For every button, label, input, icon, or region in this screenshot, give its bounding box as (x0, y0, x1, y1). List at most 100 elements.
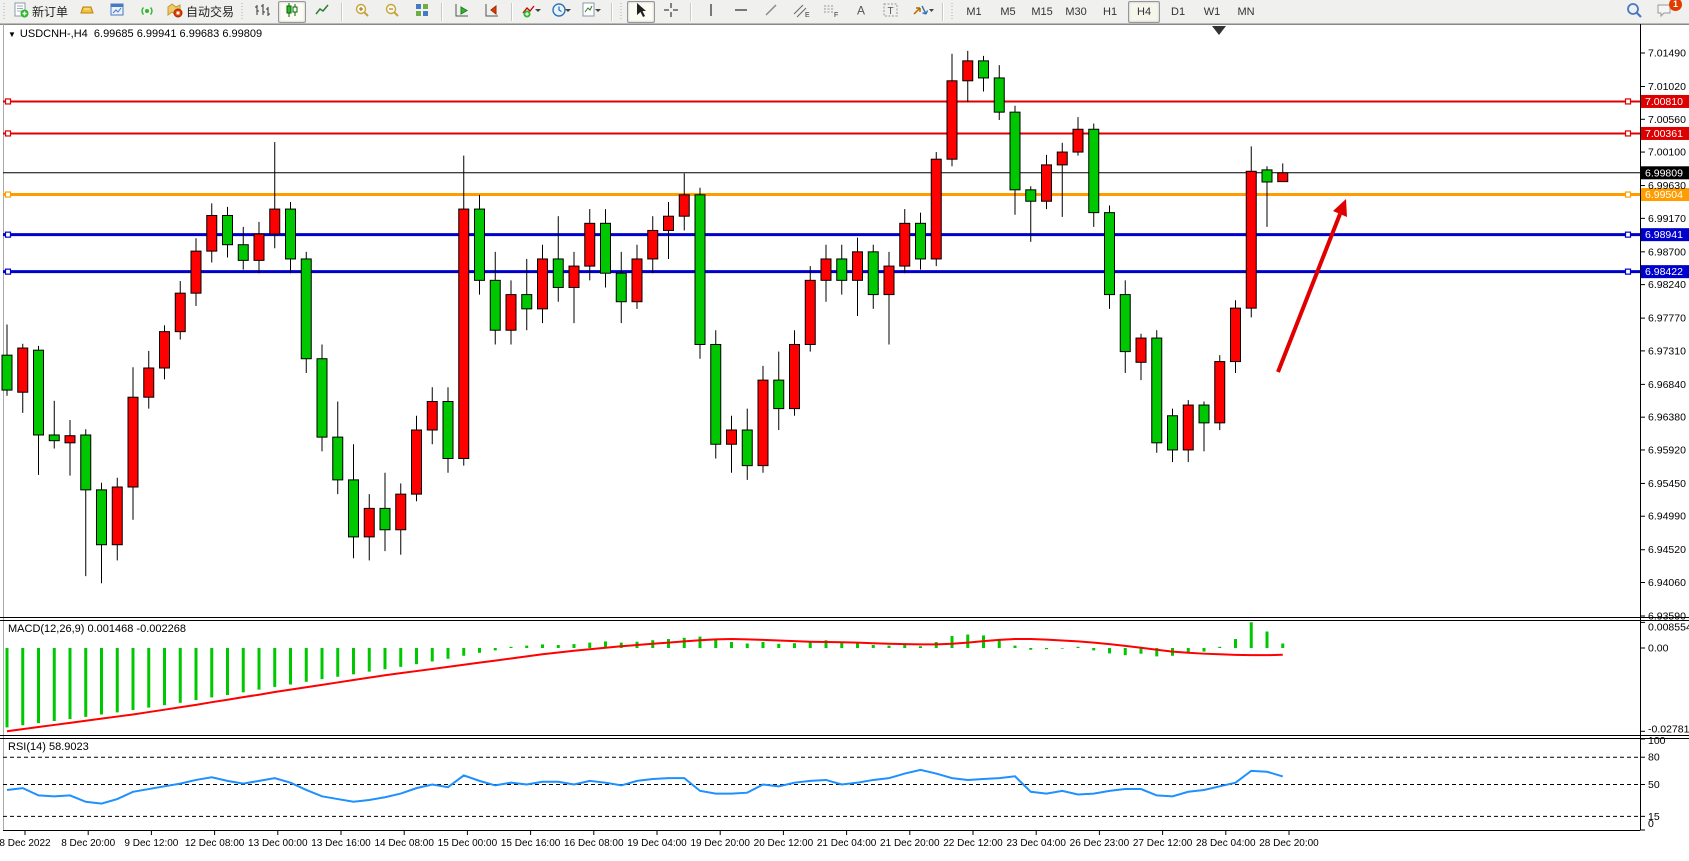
timeframe-mn-button[interactable]: MN (1230, 1, 1262, 23)
timeframe-group: M1M5M15M30H1H4D1W1MN (957, 1, 1263, 23)
chat-button[interactable]: 1 (1650, 1, 1678, 23)
line-handle[interactable] (6, 99, 11, 104)
candle-body (553, 259, 563, 288)
rsi-panel[interactable] (3, 739, 1645, 830)
text-label-button[interactable]: T (877, 1, 905, 23)
candlestick-mode-button[interactable] (278, 1, 306, 23)
line-handle[interactable] (1626, 131, 1631, 136)
ohlc-quotes-label: 6.99685 6.99941 6.99683 6.99809 (94, 28, 262, 40)
market-button[interactable] (73, 1, 101, 23)
panel-frames (0, 24, 1689, 831)
time-tick-label: 19 Dec 04:00 (627, 838, 687, 849)
time-axis[interactable] (25, 830, 1289, 835)
candle-body (884, 266, 894, 295)
candle-body (81, 435, 91, 490)
toolbar-separator (690, 3, 692, 21)
timeframe-d1-button[interactable]: D1 (1162, 1, 1194, 23)
time-tick-label: 23 Dec 04:00 (1006, 838, 1066, 849)
label-glyph: T (887, 6, 893, 17)
time-tick-label: 9 Dec 12:00 (124, 838, 178, 849)
candle-body (459, 209, 469, 458)
rsi-scale-label: 100 (1648, 735, 1666, 747)
line-handle[interactable] (1626, 269, 1631, 274)
line-handle[interactable] (1626, 232, 1631, 237)
timeframe-m1-button[interactable]: M1 (958, 1, 990, 23)
timeframe-m15-button[interactable]: M15 (1026, 1, 1058, 23)
line-handle[interactable] (6, 269, 11, 274)
candle-body (821, 259, 831, 280)
line-handle[interactable] (1626, 192, 1631, 197)
candle-body (1152, 338, 1162, 443)
candle-body (254, 234, 264, 260)
timeframe-m30-button[interactable]: M30 (1060, 1, 1092, 23)
line-handle[interactable] (6, 232, 11, 237)
candle-body (742, 430, 752, 466)
macd-panel[interactable] (7, 622, 1645, 731)
candle-body (160, 332, 170, 368)
chart-shift-button[interactable] (478, 1, 506, 23)
autotrade-icon (166, 2, 183, 21)
fibonacci-button[interactable]: F (817, 1, 845, 23)
time-tick-label: 15 Dec 16:00 (501, 838, 561, 849)
timeframe-h4-button[interactable]: H4 (1128, 1, 1160, 23)
equidistant-channel-icon: E (792, 2, 810, 21)
tile-windows-button[interactable] (408, 1, 436, 23)
line-handle[interactable] (6, 131, 11, 136)
crosshair-button[interactable] (657, 1, 685, 23)
symbol-dropdown-icon[interactable]: ▼ (8, 30, 16, 39)
horizontal-line-button[interactable] (727, 1, 755, 23)
zoom-in-button[interactable] (348, 1, 376, 23)
candle-body (979, 61, 989, 78)
time-tick-label: 8 Dec 2022 (0, 838, 51, 849)
candle-body (112, 487, 122, 545)
line-chart-mode-button[interactable] (308, 1, 336, 23)
candle-body (380, 508, 390, 529)
new-chart-button[interactable] (103, 1, 131, 23)
chart-shift-marker[interactable] (1212, 26, 1226, 35)
line-handle[interactable] (6, 192, 11, 197)
candle-body (1262, 170, 1272, 182)
trendline-button[interactable] (757, 1, 785, 23)
arrows-button[interactable] (907, 1, 937, 23)
new-order-button[interactable]: 新订单 (10, 1, 71, 23)
chart-canvas[interactable]: 7.014907.010207.005607.001006.996306.991… (0, 24, 1689, 861)
vertical-line-button[interactable] (697, 1, 725, 23)
trend-arrow-annotation[interactable] (1278, 199, 1347, 372)
macd-signal-line (7, 639, 1283, 731)
periods-button[interactable] (548, 1, 576, 23)
text-button[interactable]: A (847, 1, 875, 23)
line-handle[interactable] (1626, 99, 1631, 104)
bar-chart-mode-button[interactable] (248, 1, 276, 23)
search-button[interactable] (1620, 1, 1648, 23)
cursor-button[interactable] (627, 1, 655, 23)
candle-body (774, 380, 784, 409)
chat-badge: 1 (1669, 0, 1682, 11)
arrows-icon (910, 2, 934, 21)
zoom-out-button[interactable] (378, 1, 406, 23)
price-tick-label: 6.95920 (1648, 444, 1686, 456)
timeframe-w1-button[interactable]: W1 (1196, 1, 1228, 23)
candle-body (1089, 129, 1099, 212)
candle-body (1073, 129, 1083, 152)
price-tick-label: 6.96840 (1648, 379, 1686, 391)
time-tick-label: 28 Dec 20:00 (1259, 838, 1319, 849)
timeframe-m5-button[interactable]: M5 (992, 1, 1024, 23)
auto-scroll-button[interactable] (448, 1, 476, 23)
signals-button[interactable] (133, 1, 161, 23)
indicators-button[interactable] (518, 1, 546, 23)
fibonacci-icon: F (822, 2, 840, 21)
timeframe-h1-button[interactable]: H1 (1094, 1, 1126, 23)
rsi-scale-label: 50 (1648, 779, 1660, 791)
trendline-icon (763, 2, 779, 21)
signals-icon (139, 2, 155, 21)
price-tag-label: 7.00361 (1645, 128, 1683, 140)
time-tick-label: 15 Dec 00:00 (438, 838, 498, 849)
candle-body (868, 252, 878, 295)
templates-button[interactable] (578, 1, 606, 23)
price-tick-label: 6.94990 (1648, 511, 1686, 523)
price-tick-label: 6.96380 (1648, 412, 1686, 424)
autotrade-button[interactable]: 自动交易 (163, 1, 237, 23)
equidistant-channel-button[interactable]: E (787, 1, 815, 23)
candle-body (900, 223, 910, 266)
price-tick-label: 7.00560 (1648, 114, 1686, 126)
